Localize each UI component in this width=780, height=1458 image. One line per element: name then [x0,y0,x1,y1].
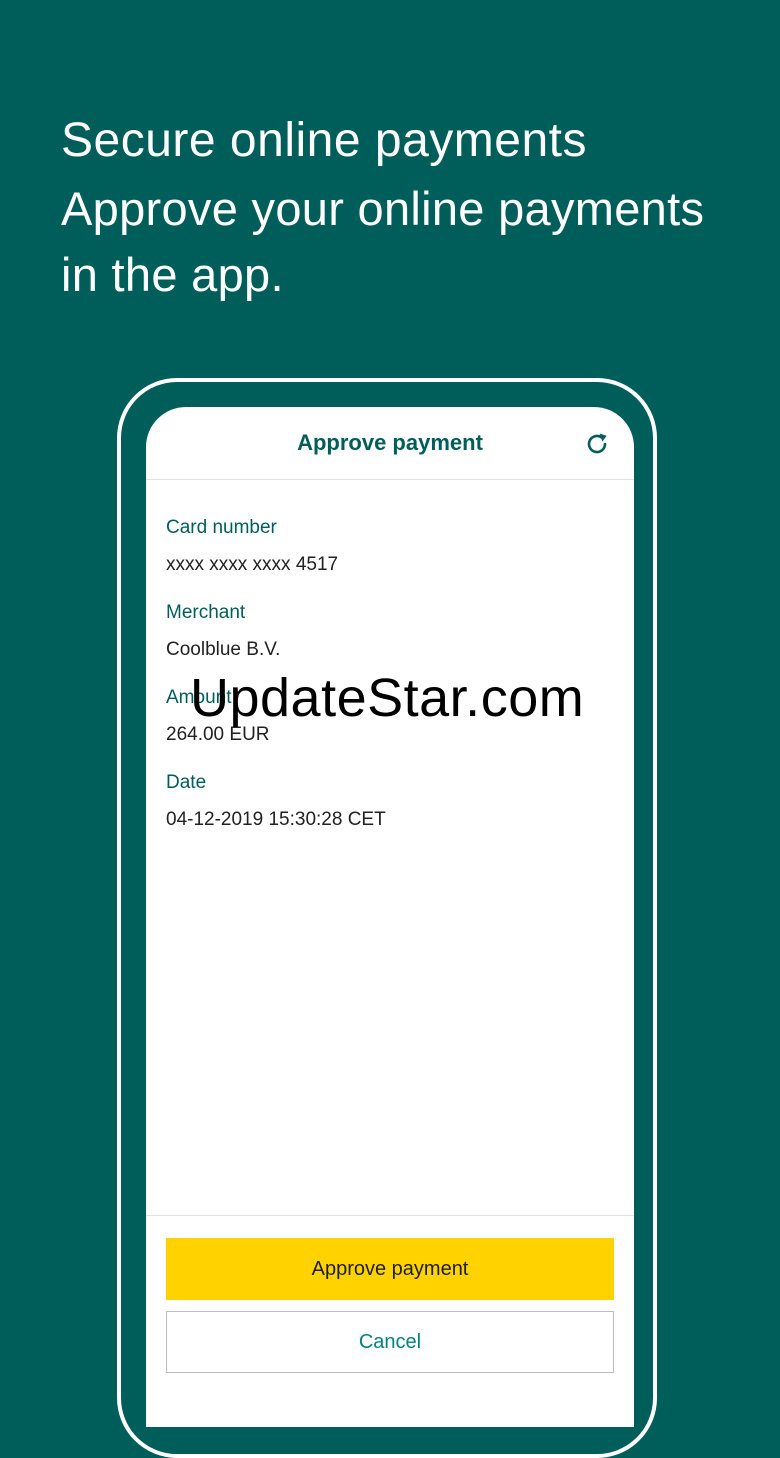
watermark: UpdateStar.com [190,668,585,728]
field-date: Date 04-12-2019 15:30:28 CET [166,771,634,832]
field-merchant: Merchant Coolblue B.V. [166,601,634,662]
approve-payment-button[interactable]: Approve payment [166,1238,614,1300]
field-label: Card number [166,517,277,538]
refresh-icon[interactable] [584,431,610,457]
screen-title: Approve payment [297,430,483,455]
promo-subtitle: Approve your online payments in the app. [61,176,741,308]
screen-header: Approve payment [146,407,634,480]
field-card-number: Card number xxxx xxxx xxxx 4517 [166,516,634,577]
promo-subtitle-line-2: in the app. [61,248,284,301]
field-value: 04-12-2019 15:30:28 CET [166,809,386,830]
promo-title: Secure online payments [61,114,587,167]
cancel-button[interactable]: Cancel [166,1311,614,1373]
payment-details: Card number xxxx xxxx xxxx 4517 Merchant… [146,480,634,832]
action-footer: Approve payment Cancel [146,1215,634,1427]
field-label: Merchant [166,602,246,623]
field-value: xxxx xxxx xxxx 4517 [166,554,339,575]
promo-headline: Secure online payments Approve your onli… [61,112,741,308]
field-value: Coolblue B.V. [166,639,281,660]
field-label: Date [166,772,207,793]
phone-screen: Approve payment Card number xxxx xxxx xx… [146,407,634,1427]
promo-subtitle-line-1: Approve your online payments [61,182,705,235]
